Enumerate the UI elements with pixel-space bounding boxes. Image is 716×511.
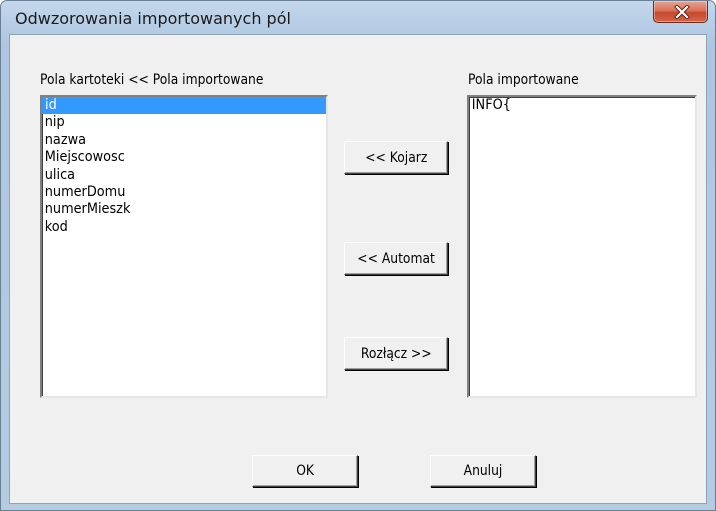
list-item-id[interactable]: id: [42, 97, 326, 115]
title-bar[interactable]: Odwzorowania importowanych pól: [1, 1, 715, 34]
right-list-label: Pola importowane: [468, 72, 579, 88]
window-title: Odwzorowania importowanych pól: [15, 9, 291, 28]
dialog-client-area: Pola kartoteki << Pola importowane id ni…: [9, 34, 707, 504]
rozlacz-button-label: Rozłącz >>: [360, 345, 432, 362]
automat-button[interactable]: << Automat: [344, 242, 448, 275]
imported-fields-list[interactable]: INFO{: [467, 95, 697, 398]
rozlacz-button[interactable]: Rozłącz >>: [344, 337, 448, 370]
left-list-label: Pola kartoteki << Pola importowane: [40, 72, 264, 88]
list-item-ulica[interactable]: ulica: [42, 167, 303, 184]
list-item-nazwa[interactable]: nazwa: [42, 132, 303, 149]
automat-button-label: << Automat: [357, 250, 435, 267]
cancel-button[interactable]: Anuluj: [430, 455, 536, 487]
list-item-numermieszk[interactable]: numerMieszk: [42, 201, 303, 218]
mapped-fields-list[interactable]: id nip nazwa Miejscowosc ulica numerDomu…: [40, 95, 328, 398]
list-item-miejscowosc[interactable]: Miejscowosc: [42, 149, 303, 166]
list-item-nip[interactable]: nip: [42, 114, 303, 131]
close-icon: [674, 5, 690, 19]
close-button[interactable]: [653, 1, 708, 23]
kojarz-button-label: << Kojarz: [364, 149, 428, 166]
ok-button[interactable]: OK: [252, 455, 358, 487]
dialog-window: Odwzorowania importowanych pól Pola kart…: [0, 0, 716, 511]
list-item-numerdomu[interactable]: numerDomu: [42, 184, 303, 201]
list-item-info[interactable]: INFO{: [469, 97, 677, 114]
list-item-kod[interactable]: kod: [42, 219, 303, 236]
cancel-button-label: Anuluj: [463, 463, 503, 479]
kojarz-button[interactable]: << Kojarz: [344, 141, 448, 174]
ok-button-label: OK: [296, 463, 314, 479]
